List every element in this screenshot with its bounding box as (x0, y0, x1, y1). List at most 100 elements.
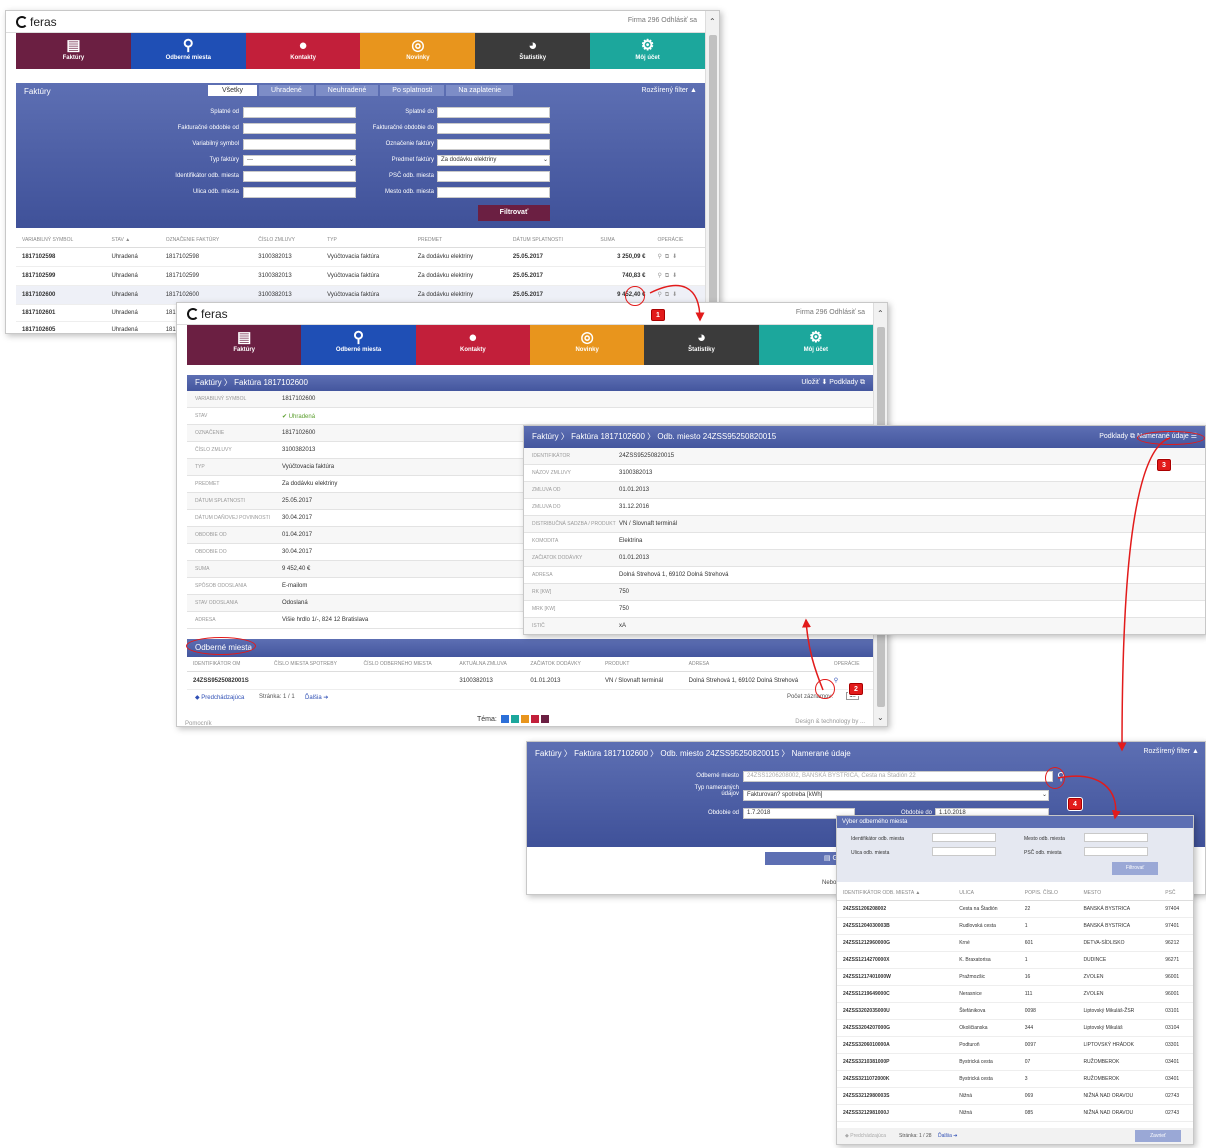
column-header[interactable]: ČÍSLO ZMLUVY (252, 233, 322, 248)
tab-unpaid[interactable]: Neuhradené (315, 85, 379, 96)
table-row[interactable]: 24ZSS1217401000W Pražmozšic 16 ZVOLEN 96001 (837, 968, 1193, 986)
table-row[interactable]: 24ZSS1219649000C Nerasnice 111 ZVOLEN 96001 (837, 985, 1193, 1003)
advanced-filter-toggle[interactable]: Rozšírený filter ▲ (641, 87, 697, 94)
table-row[interactable]: 24ZSS3212981000J Nižná 085 NIŽNÁ NAD ORAVOU… (837, 1104, 1193, 1122)
nav-locations[interactable]: ⚲ Odberné miesta (130, 33, 246, 69)
nav-invoices[interactable]: ▤ Faktúry (16, 33, 131, 69)
table-row[interactable]: 24ZSS1204030003B Rudlovská cesta 1 BANSKÁ B… (837, 917, 1193, 935)
period-to-input[interactable] (437, 123, 550, 134)
copy-icon[interactable]: ⧉ (665, 273, 669, 279)
view-icon[interactable]: ⚲ (657, 273, 661, 279)
filter-button[interactable]: Filtrovať (1112, 862, 1158, 875)
table-row[interactable]: 24ZSS3204207000G Okoličianska 344 Liptovský… (837, 1019, 1193, 1037)
theme-swatch[interactable] (500, 715, 509, 723)
table-row[interactable]: 24ZSS3212980003S Nižná 069 NIŽNÁ NAD ORAVOU… (837, 1087, 1193, 1105)
column-header[interactable]: MESTO (1077, 886, 1160, 901)
column-header[interactable]: ULICA (953, 886, 1019, 901)
table-row[interactable]: 24ZSS1214270000X K. Braxatorisa 1 DUDINCE 96… (837, 951, 1193, 969)
column-header[interactable]: PSČ (1159, 886, 1193, 901)
location-zip-input[interactable] (437, 171, 550, 182)
nav-news[interactable]: ◎ Novinky (529, 325, 645, 365)
nav-contacts[interactable]: ● Kontakty (415, 325, 530, 365)
pager-prev[interactable]: ◆ Predchádzajúca (845, 1133, 886, 1139)
table-row[interactable]: 24ZSS1206208002 Cesta na Štadión 22 BANSKÁ … (837, 900, 1193, 918)
nav-invoices[interactable]: ▤ Faktúry (187, 325, 302, 365)
view-icon[interactable]: ⚲ (657, 254, 661, 260)
scrollbar[interactable]: ⌃ (705, 11, 719, 333)
pager-next[interactable]: Ďalšia ➔ (938, 1133, 957, 1139)
nav-stats[interactable]: ◕ Štatistiky (475, 33, 591, 69)
help-link[interactable]: Pomocník (185, 721, 212, 726)
location-city-input[interactable] (437, 187, 550, 198)
tab-all[interactable]: Všetky (208, 85, 258, 96)
filter-button[interactable]: Filtrovať (478, 205, 550, 221)
column-header[interactable]: STAV ▲ (105, 233, 160, 248)
column-header[interactable]: DÁTUM SPLATNOSTI (506, 233, 595, 248)
column-header[interactable]: OPERÁCIE (827, 657, 873, 672)
download-icon[interactable]: ⬇ (672, 273, 677, 279)
table-row[interactable]: 24ZSS3202035000U Štefánikova 0098 Liptovský… (837, 1002, 1193, 1020)
user-links[interactable]: Firma 296 Odhlásiť sa (796, 309, 865, 316)
column-header[interactable]: IDENTIFIKÁTOR ODB. MIESTA ▲ (837, 886, 954, 901)
column-header[interactable]: PREDMET (411, 233, 507, 248)
due-to-input[interactable] (437, 107, 550, 118)
column-header[interactable]: TYP (321, 233, 412, 248)
theme-swatch[interactable] (540, 715, 549, 723)
city-input[interactable] (1084, 833, 1148, 842)
table-row[interactable]: 24ZSS9525082001S 3100382013 01.01.2013 VN /… (187, 671, 873, 690)
column-header[interactable]: SUMA (594, 233, 652, 248)
nav-news[interactable]: ◎ Novinky (360, 33, 476, 69)
copy-icon[interactable]: ⧉ (665, 292, 669, 298)
column-header[interactable]: ZAČIATOK DODÁVKY (524, 657, 599, 672)
copy-icon[interactable]: ⧉ (665, 254, 669, 260)
table-row[interactable]: 1817102599 Uhradená 1817102599 3100382013 Vy… (16, 266, 705, 286)
pager-next[interactable]: Ďalšia ➔ (305, 694, 328, 701)
column-header[interactable]: PRODUKT (598, 657, 683, 672)
column-header[interactable]: ADRESA (682, 657, 828, 672)
table-row[interactable]: 24ZSS3211072000K Bystrická cesta 3 RUŽOMBER… (837, 1070, 1193, 1088)
column-header[interactable]: OPERÁCIE (651, 233, 705, 248)
table-row[interactable]: 24ZSS3206010000A Podturoň 0097 LIPTOVSKÝ HR… (837, 1036, 1193, 1054)
street-input[interactable] (932, 847, 996, 856)
user-links[interactable]: Firma 296 Odhlásiť sa (628, 17, 697, 24)
column-header[interactable]: VARIABILNÝ SYMBOL (16, 233, 106, 248)
table-row[interactable]: 1817102598 Uhradená 1817102598 3100382013 Vy… (16, 247, 705, 267)
pager-prev[interactable]: ◆ Predchádzajúca (195, 694, 244, 701)
zip-input[interactable] (1084, 847, 1148, 856)
tab-overdue[interactable]: Po splatnosti (380, 85, 445, 96)
save-and-docs-actions[interactable]: Uložiť ⬇ Podklady ⧉ (801, 375, 865, 391)
column-header[interactable]: IDENTIFIKÁTOR OM (187, 657, 268, 672)
column-header[interactable]: AKTUÁLNA ZMLUVA (453, 657, 525, 672)
scroll-up-icon[interactable]: ⌃ (709, 17, 716, 26)
column-header[interactable]: OZNAČENIE FAKTÚRY (159, 233, 253, 248)
data-type-select[interactable]: Fakturovan? spotreba [kWh] ⌄ (743, 790, 1049, 801)
theme-swatch[interactable] (530, 715, 539, 723)
nav-stats[interactable]: ◕ Štatistiky (644, 325, 759, 365)
brand-logo[interactable]: feras (187, 307, 228, 321)
docs-link[interactable]: Podklady ⧉ (1099, 426, 1135, 448)
theme-swatch[interactable] (510, 715, 519, 723)
table-row[interactable]: 24ZSS3210381000P Bystrická cesta 07 RUŽOMBE… (837, 1053, 1193, 1071)
tab-to-pay[interactable]: Na zaplatenie (446, 85, 514, 96)
download-icon[interactable]: ⬇ (672, 254, 677, 260)
theme-swatch[interactable] (520, 715, 529, 723)
close-button[interactable]: Zavrieť (1135, 1130, 1181, 1142)
tab-paid[interactable]: Uhradené (259, 85, 314, 96)
location-id-input[interactable] (932, 833, 996, 842)
advanced-filter-toggle[interactable]: Rozšírený filter ▲ (1143, 748, 1199, 755)
brand-logo[interactable]: feras (16, 15, 57, 29)
column-header[interactable]: ČÍSLO ODBERNÉHO MIESTA (357, 657, 454, 672)
invoice-mark-input[interactable] (437, 139, 550, 150)
nav-account[interactable]: ⚙ Môj účet (590, 33, 705, 69)
table-row[interactable]: 24ZSS1212960000G Krné 601 DETVA-SÍDLISKO 962… (837, 934, 1193, 952)
scroll-up-icon[interactable]: ⌃ (877, 309, 884, 318)
nav-contacts[interactable]: ● Kontakty (245, 33, 361, 69)
column-header[interactable]: POPIS. ČÍSLO (1018, 886, 1078, 901)
scroll-down-icon[interactable]: ⌄ (877, 713, 884, 722)
location-input[interactable]: 24ZSS1206208002, BANSKÁ BYSTRICA, Cesta … (743, 771, 1053, 782)
column-header[interactable]: ČÍSLO MIESTA SPOTREBY (267, 657, 358, 672)
download-icon[interactable]: ⬇ (672, 292, 677, 298)
nav-locations[interactable]: ⚲ Odberné miesta (301, 325, 416, 365)
nav-account[interactable]: ⚙ Môj účet (758, 325, 873, 365)
invoice-subject-select[interactable]: Za dodávku elektriny ⌄ (437, 155, 550, 166)
